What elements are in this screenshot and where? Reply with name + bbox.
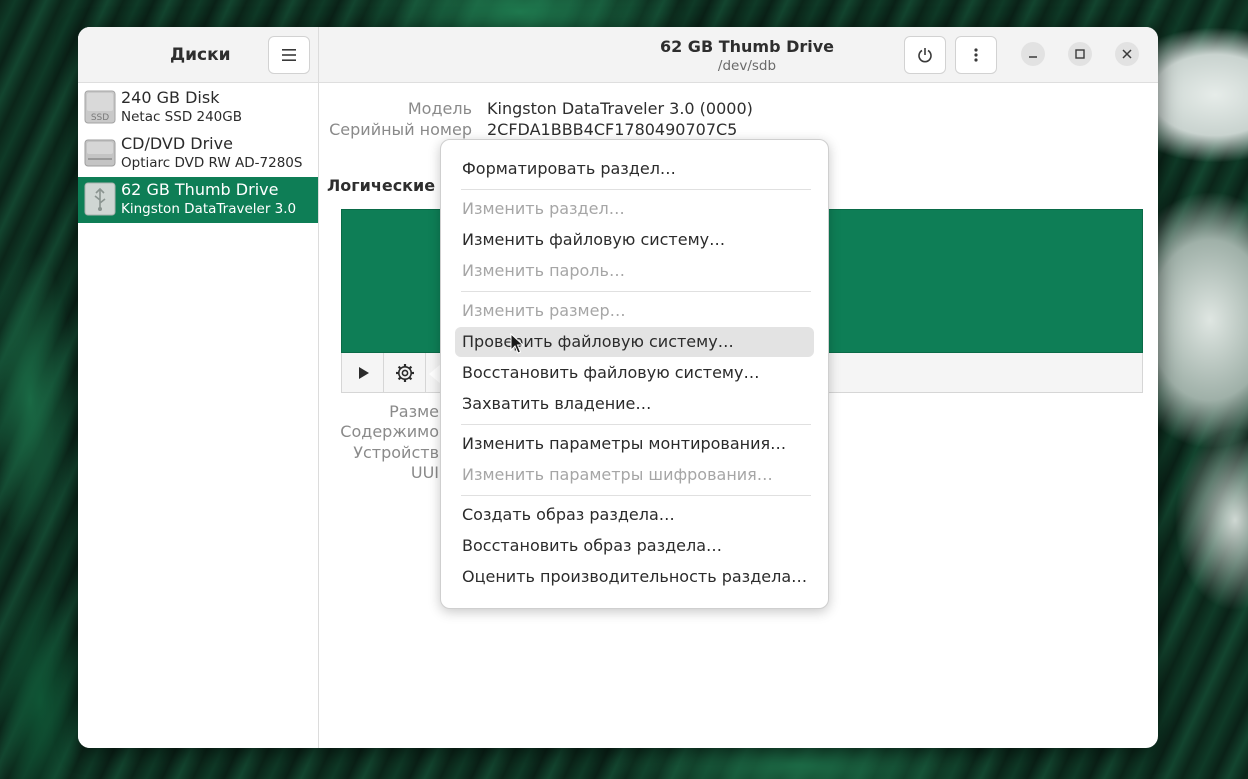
volumes-heading: Логические д: [327, 176, 454, 195]
hamburger-icon: [282, 49, 296, 61]
disk-model: Netac SSD 240GB: [121, 109, 242, 125]
model-label: Модель: [407, 99, 472, 118]
menu-item-edit-encryption-options[interactable]: Изменить параметры шифрования…: [455, 460, 814, 490]
menu-item-create-image[interactable]: Создать образ раздела…: [455, 500, 814, 530]
menu-item-format-partition[interactable]: Форматировать раздел…: [455, 154, 814, 184]
usb-drive-icon: [84, 182, 116, 216]
menu-item-edit-filesystem[interactable]: Изменить файловую систему…: [455, 225, 814, 255]
partition-settings-button[interactable]: [384, 353, 426, 392]
window-title: 62 GB Thumb Drive: [659, 37, 835, 56]
menu-item-resize[interactable]: Изменить размер…: [455, 296, 814, 326]
sidebar-header: Диски: [78, 27, 318, 83]
play-icon: [358, 366, 369, 379]
optical-drive-icon: [84, 139, 116, 167]
main-menu-button[interactable]: [268, 36, 310, 74]
minimize-button[interactable]: [1021, 42, 1045, 66]
disk-item-usb[interactable]: 62 GB Thumb Drive Kingston DataTraveler …: [78, 177, 318, 223]
maximize-button[interactable]: [1068, 42, 1092, 66]
disk-name: CD/DVD Drive: [121, 134, 233, 153]
disk-name: 240 GB Disk: [121, 88, 220, 107]
size-label: Разме: [389, 402, 439, 421]
uuid-label: UUI: [410, 463, 439, 482]
close-icon: [1122, 49, 1132, 59]
power-icon: [918, 48, 932, 63]
contents-label: Содержимо: [340, 422, 439, 441]
window-subtitle: /dev/sdb: [717, 58, 777, 74]
drive-menu-button[interactable]: [955, 36, 997, 74]
disk-name: 62 GB Thumb Drive: [121, 180, 279, 199]
device-label: Устройств: [353, 443, 439, 462]
menu-separator: [461, 495, 811, 496]
partition-context-menu: Форматировать раздел… Изменить раздел… И…: [440, 139, 829, 609]
power-off-button[interactable]: [904, 36, 946, 74]
menu-item-take-ownership[interactable]: Захватить владение…: [455, 389, 814, 419]
mount-button[interactable]: [342, 353, 384, 392]
menu-item-check-filesystem[interactable]: Проверить файловую систему…: [455, 327, 814, 357]
disk-model: Kingston DataTraveler 3.0: [121, 201, 297, 217]
menu-item-edit-partition[interactable]: Изменить раздел…: [455, 194, 814, 224]
kebab-menu-icon: [974, 48, 978, 62]
disk-item-ssd[interactable]: SSD 240 GB Disk Netac SSD 240GB: [78, 85, 318, 131]
minimize-icon: [1029, 56, 1037, 58]
ssd-icon-text: SSD: [91, 113, 109, 123]
serial-label: Серийный номер: [329, 120, 472, 139]
menu-separator: [461, 291, 811, 292]
disk-model: Optiarc DVD RW AD-7280S: [121, 155, 303, 171]
ssd-icon: SSD: [84, 90, 116, 124]
close-button[interactable]: [1115, 42, 1139, 66]
menu-item-change-passphrase[interactable]: Изменить пароль…: [455, 256, 814, 286]
model-value: Kingston DataTraveler 3.0 (0000): [487, 99, 753, 118]
header-bar: 62 GB Thumb Drive /dev/sdb: [319, 27, 1158, 83]
menu-item-benchmark-partition[interactable]: Оценить производительность раздела…: [455, 562, 814, 592]
mouse-pointer-icon: [510, 333, 524, 354]
menu-separator: [461, 189, 811, 190]
disk-item-optical[interactable]: CD/DVD Drive Optiarc DVD RW AD-7280S: [78, 131, 318, 177]
menu-separator: [461, 424, 811, 425]
serial-value: 2CFDA1BBB4CF1780490707C5: [487, 120, 738, 139]
gear-icon: [395, 363, 414, 382]
app-title: Диски: [170, 45, 231, 65]
sidebar: Диски SSD 240 GB Disk Netac SSD 240GB CD…: [78, 27, 319, 748]
maximize-icon: [1075, 49, 1085, 59]
menu-item-restore-image[interactable]: Восстановить образ раздела…: [455, 531, 814, 561]
menu-item-edit-mount-options[interactable]: Изменить параметры монтирования…: [455, 429, 814, 459]
disk-list: SSD 240 GB Disk Netac SSD 240GB CD/DVD D…: [78, 85, 318, 223]
menu-item-repair-filesystem[interactable]: Восстановить файловую систему…: [455, 358, 814, 388]
